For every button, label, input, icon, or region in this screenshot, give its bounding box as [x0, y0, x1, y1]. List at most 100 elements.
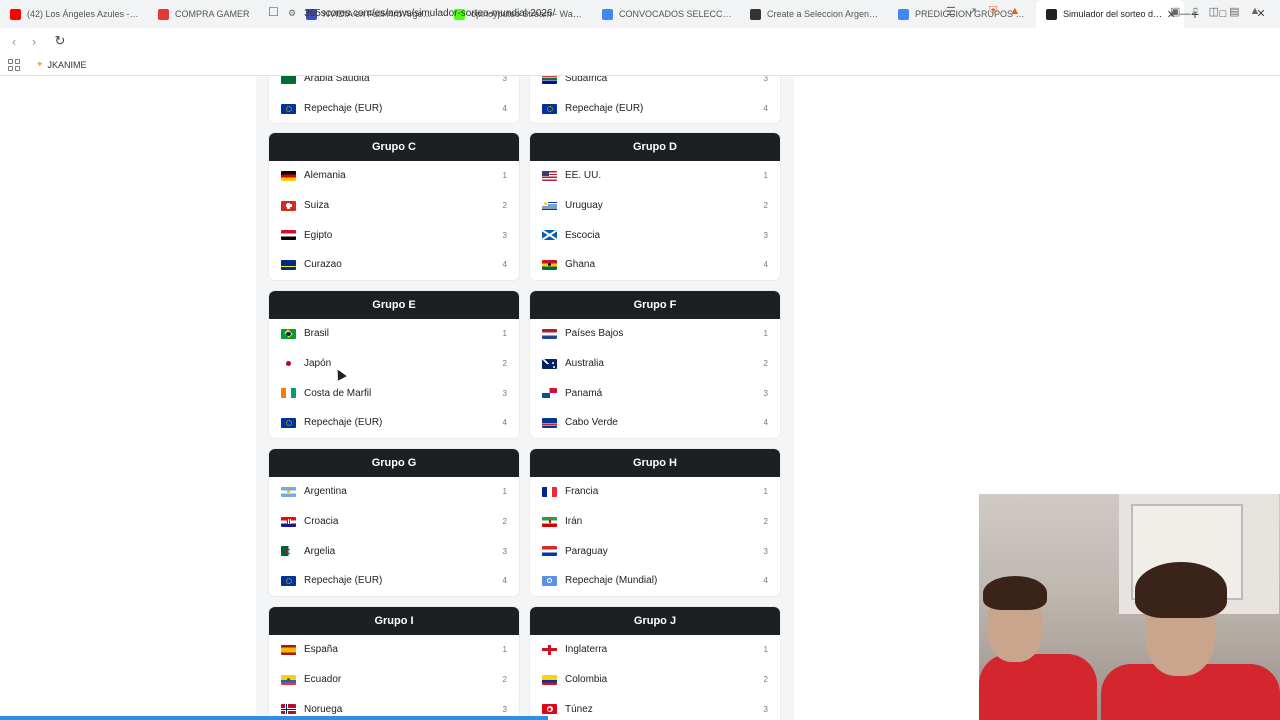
group-card: Arabia Saudita 3 Repechaje (EUR) 4 — [269, 76, 519, 124]
flag-icon — [281, 704, 296, 715]
wallet-icon[interactable]: ▤ — [1229, 5, 1239, 18]
bookmark-item[interactable]: ✦ JKANIME — [36, 59, 87, 70]
apps-icon[interactable] — [8, 58, 20, 71]
group-title: Grupo G — [269, 449, 519, 477]
team-row[interactable]: Suiza 2 — [269, 191, 519, 221]
reload-icon[interactable]: ↻ — [50, 33, 70, 49]
team-row[interactable]: Repechaje (EUR) 4 — [530, 94, 780, 124]
flag-icon — [542, 230, 557, 241]
site-info-icon[interactable]: ⚙ — [288, 8, 296, 19]
team-row[interactable]: EE. UU. 1 — [530, 161, 780, 191]
flag-icon — [542, 546, 557, 557]
menu-icon[interactable]: ▲ — [1249, 5, 1260, 18]
team-row[interactable]: Alemania 1 — [269, 161, 519, 191]
team-row[interactable]: Repechaje (EUR) 4 — [269, 408, 519, 438]
flag-icon — [281, 259, 296, 270]
browser-tab[interactable]: Simulador del sorteo del M ✕ — [1036, 0, 1184, 28]
team-position: 1 — [502, 487, 507, 497]
team-position: 2 — [763, 201, 768, 211]
team-name: Cabo Verde — [565, 417, 618, 429]
team-position: 4 — [763, 576, 768, 586]
flag-icon — [281, 200, 296, 211]
flag-icon — [281, 103, 296, 114]
team-position: 2 — [763, 675, 768, 685]
flag-icon — [542, 674, 557, 685]
team-row[interactable]: Túnez 3 — [530, 694, 780, 720]
rewards-icon[interactable]: ▲ — [1009, 5, 1020, 18]
forward-icon[interactable]: › — [24, 34, 44, 49]
flag-icon — [281, 76, 296, 84]
share-icon[interactable]: ↗ — [968, 5, 977, 18]
team-row[interactable]: Sudáfrica 3 — [530, 76, 780, 94]
team-name: Francia — [565, 486, 599, 498]
flag-icon — [281, 328, 296, 339]
team-row[interactable]: Ecuador 2 — [269, 665, 519, 695]
team-position: 4 — [763, 418, 768, 428]
team-name: Repechaje (Mundial) — [565, 575, 658, 587]
team-position: 3 — [763, 546, 768, 556]
flag-icon — [542, 170, 557, 181]
team-name: Países Bajos — [565, 328, 624, 340]
team-row[interactable]: Irán 2 — [530, 507, 780, 537]
flag-icon — [542, 103, 557, 114]
team-row[interactable]: Costa de Marfil 3 — [269, 378, 519, 408]
back-icon[interactable]: ‹ — [4, 34, 24, 49]
team-row[interactable]: España 1 — [269, 635, 519, 665]
team-row[interactable]: Repechaje (EUR) 4 — [269, 94, 519, 124]
team-position: 2 — [502, 517, 507, 527]
team-row[interactable]: Paraguay 3 — [530, 536, 780, 566]
team-row[interactable]: Repechaje (Mundial) 4 — [530, 566, 780, 596]
team-name: Croacia — [304, 516, 339, 528]
team-name: Repechaje (EUR) — [304, 575, 383, 587]
tab-favicon-icon — [10, 8, 21, 20]
team-name: Japón — [304, 358, 332, 370]
team-row[interactable]: Repechaje (EUR) 4 — [269, 566, 519, 596]
bookmark-icon[interactable]: ☐ — [268, 5, 279, 19]
address-bar-row: ‹ › ↻ — [0, 28, 1280, 54]
brave-shield-icon[interactable]: ⛨ — [989, 5, 997, 18]
team-row[interactable]: Japón 2 — [269, 349, 519, 379]
team-row[interactable]: Curazao 4 — [269, 250, 519, 280]
team-row[interactable]: Cabo Verde 4 — [530, 408, 780, 438]
flag-icon — [281, 546, 296, 557]
tab-favicon-icon — [158, 8, 169, 20]
team-row[interactable]: Australia 2 — [530, 349, 780, 379]
team-row[interactable]: Egipto 3 — [269, 220, 519, 250]
flag-icon — [281, 388, 296, 399]
browser-tab[interactable]: (42) Los Ángeles Azules - Nun — [0, 0, 148, 28]
team-row[interactable]: Ghana 4 — [530, 250, 780, 280]
team-name: Repechaje (EUR) — [565, 103, 644, 115]
extensions-icon[interactable]: ▣ — [1170, 5, 1180, 18]
team-row[interactable]: Francia 1 — [530, 477, 780, 507]
team-position: 3 — [502, 76, 507, 84]
team-position: 4 — [502, 418, 507, 428]
team-row[interactable]: Inglaterra 1 — [530, 635, 780, 665]
team-row[interactable]: Colombia 2 — [530, 665, 780, 695]
team-row[interactable]: Uruguay 2 — [530, 191, 780, 221]
team-row[interactable]: Brasil 1 — [269, 319, 519, 349]
flag-icon — [281, 674, 296, 685]
group-card: Grupo F Países Bajos 1 Australia 2 Panamá 3 Cab… — [530, 291, 780, 438]
flag-icon — [281, 575, 296, 586]
sidebar-icon[interactable]: ◫ — [1209, 5, 1219, 18]
team-row[interactable]: Arabia Saudita 3 — [269, 76, 519, 94]
team-position: 3 — [763, 230, 768, 240]
group-card: Grupo G Argentina 1 Croacia 2 Argelia 3 Repecha… — [269, 449, 519, 596]
group-title: Grupo F — [530, 291, 780, 319]
team-row[interactable]: Croacia 2 — [269, 507, 519, 537]
team-name: Alemania — [304, 170, 346, 182]
music-icon[interactable]: ♫ — [1190, 5, 1198, 18]
team-row[interactable]: Argelia 3 — [269, 536, 519, 566]
team-row[interactable]: Escocia 3 — [530, 220, 780, 250]
team-name: Costa de Marfil — [304, 387, 372, 399]
reader-mode-icon[interactable]: ☰ — [946, 5, 956, 18]
group-title: Grupo H — [530, 449, 780, 477]
flag-icon — [281, 644, 296, 655]
team-row[interactable]: Panamá 3 — [530, 378, 780, 408]
team-row[interactable]: Países Bajos 1 — [530, 319, 780, 349]
team-row[interactable]: Argentina 1 — [269, 477, 519, 507]
team-position: 1 — [763, 171, 768, 181]
toolbar-actions: ▣ ♫ ◫ ▤ ▲ — [1170, 5, 1260, 18]
flag-icon — [542, 704, 557, 715]
url-field[interactable]: ⚙ 365scores.com/es/news/simulador-sorteo… — [288, 3, 1038, 23]
